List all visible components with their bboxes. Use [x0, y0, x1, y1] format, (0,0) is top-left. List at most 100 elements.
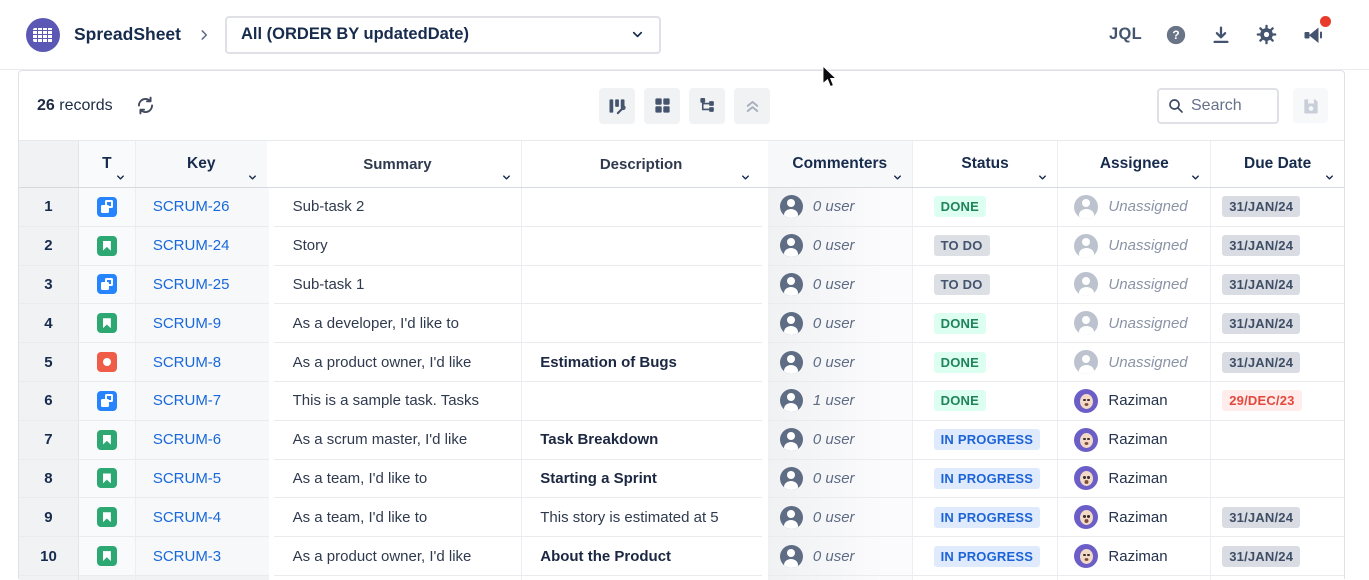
header-due-date[interactable]: Due Date [1211, 141, 1344, 187]
status-cell[interactable]: DONE [913, 343, 1059, 382]
issue-key-cell[interactable]: SCRUM-24 [136, 227, 269, 266]
issue-key-link[interactable]: SCRUM-8 [153, 354, 221, 371]
description-cell[interactable] [522, 188, 762, 227]
description-cell[interactable]: About the Product [522, 537, 762, 576]
assignee-cell[interactable]: Raziman [1058, 382, 1211, 421]
assignee-cell[interactable]: Unassigned [1058, 266, 1211, 305]
issue-key-link[interactable]: SCRUM-4 [153, 509, 221, 526]
status-cell[interactable]: IN PROGRESS [913, 537, 1059, 576]
description-cell[interactable]: Starting a Sprint [522, 460, 762, 499]
chevron-down-icon[interactable] [740, 172, 751, 183]
commenters-cell[interactable]: 0 user [768, 188, 913, 227]
summary-cell[interactable]: As a team, I'd like to [274, 498, 523, 537]
assignee-cell[interactable]: Unassigned [1058, 304, 1211, 343]
header-type[interactable]: T [79, 141, 136, 187]
commenters-cell[interactable]: 0 user [768, 227, 913, 266]
summary-cell[interactable]: Story [274, 227, 523, 266]
description-cell[interactable] [522, 266, 762, 305]
status-cell[interactable]: DONE [913, 188, 1059, 227]
status-cell[interactable]: TO DO [913, 227, 1059, 266]
column-settings-button[interactable] [599, 88, 635, 124]
help-icon[interactable]: ? [1165, 24, 1187, 46]
issue-type-cell[interactable] [79, 460, 136, 499]
due-date-cell[interactable]: 31/JAN/24 [1211, 188, 1344, 227]
issue-type-cell[interactable] [79, 421, 136, 460]
due-date-cell[interactable]: 29/DEC/23 [1211, 382, 1344, 421]
issue-key-link[interactable]: SCRUM-24 [153, 237, 230, 254]
description-cell[interactable] [522, 382, 762, 421]
commenters-cell[interactable]: 1 user [768, 382, 913, 421]
save-button[interactable] [1293, 88, 1328, 123]
issue-key-link[interactable]: SCRUM-6 [153, 431, 221, 448]
gear-icon[interactable] [1255, 23, 1278, 46]
description-cell[interactable] [522, 227, 762, 266]
commenters-cell[interactable]: 0 user [768, 421, 913, 460]
status-cell[interactable]: DONE [913, 382, 1059, 421]
issue-key-link[interactable]: SCRUM-5 [153, 470, 221, 487]
summary-cell[interactable]: As a product owner, I'd like [274, 537, 523, 576]
header-description[interactable]: Description [522, 141, 762, 187]
issue-key-link[interactable]: SCRUM-3 [153, 548, 221, 565]
commenters-cell[interactable]: 0 user [768, 304, 913, 343]
due-date-cell[interactable]: 31/JAN/24 [1211, 498, 1344, 537]
description-cell[interactable]: Task Breakdown [522, 421, 762, 460]
status-cell[interactable]: DONE [913, 304, 1059, 343]
due-date-cell[interactable] [1211, 460, 1344, 499]
row-number[interactable]: 1 [19, 188, 79, 227]
commenters-cell[interactable]: 0 user [768, 343, 913, 382]
issue-type-cell[interactable] [79, 382, 136, 421]
due-date-cell[interactable] [1211, 421, 1344, 460]
issue-key-link[interactable]: SCRUM-25 [153, 276, 230, 293]
header-status[interactable]: Status [913, 141, 1059, 187]
row-number[interactable]: 3 [19, 266, 79, 305]
assignee-cell[interactable]: Raziman [1058, 537, 1211, 576]
chevron-down-icon[interactable] [1324, 172, 1335, 183]
chevron-down-icon[interactable] [892, 172, 903, 183]
assignee-cell[interactable]: Raziman [1058, 421, 1211, 460]
commenters-cell[interactable]: 0 user [768, 498, 913, 537]
header-commenters[interactable]: Commenters [768, 141, 913, 187]
issue-key-cell[interactable]: SCRUM-7 [136, 382, 269, 421]
download-icon[interactable] [1210, 24, 1232, 46]
description-cell[interactable] [522, 304, 762, 343]
status-cell[interactable]: TO DO [913, 266, 1059, 305]
assignee-cell[interactable]: Raziman [1058, 460, 1211, 499]
row-number[interactable]: 2 [19, 227, 79, 266]
issue-key-cell[interactable]: SCRUM-26 [136, 188, 269, 227]
issue-type-cell[interactable] [79, 227, 136, 266]
summary-cell[interactable]: As a product owner, I'd like [274, 343, 523, 382]
row-number[interactable]: 4 [19, 304, 79, 343]
row-number[interactable]: 7 [19, 421, 79, 460]
commenters-cell[interactable]: 0 user [768, 460, 913, 499]
issue-type-cell[interactable] [79, 537, 136, 576]
row-number[interactable]: 9 [19, 498, 79, 537]
due-date-cell[interactable]: 31/JAN/24 [1211, 266, 1344, 305]
summary-cell[interactable]: As a developer, I'd like to [274, 304, 523, 343]
issue-key-cell[interactable]: SCRUM-8 [136, 343, 269, 382]
description-cell[interactable]: This story is estimated at 5 [522, 498, 762, 537]
due-date-cell[interactable]: 31/JAN/24 [1211, 537, 1344, 576]
search-box[interactable] [1157, 88, 1279, 124]
grid-view-button[interactable] [644, 88, 680, 124]
due-date-cell[interactable]: 31/JAN/24 [1211, 227, 1344, 266]
status-cell[interactable]: IN PROGRESS [913, 460, 1059, 499]
status-cell[interactable]: IN PROGRESS [913, 498, 1059, 537]
due-date-cell[interactable]: 31/JAN/24 [1211, 343, 1344, 382]
jql-button[interactable]: JQL [1109, 25, 1142, 44]
issue-key-cell[interactable]: SCRUM-9 [136, 304, 269, 343]
assignee-cell[interactable]: Unassigned [1058, 227, 1211, 266]
search-input[interactable] [1191, 97, 1271, 115]
assignee-cell[interactable]: Unassigned [1058, 343, 1211, 382]
summary-cell[interactable]: As a scrum master, I'd like [274, 421, 523, 460]
issue-type-cell[interactable] [79, 304, 136, 343]
issue-key-cell[interactable]: SCRUM-3 [136, 537, 269, 576]
row-number[interactable]: 10 [19, 537, 79, 576]
chevron-down-icon[interactable] [115, 172, 126, 183]
chevron-down-icon[interactable] [1037, 172, 1048, 183]
assignee-cell[interactable]: Raziman [1058, 498, 1211, 537]
summary-cell[interactable]: Sub-task 1 [274, 266, 523, 305]
chevron-down-icon[interactable] [1190, 172, 1201, 183]
collapse-all-button[interactable] [734, 88, 770, 124]
summary-cell[interactable]: As a team, I'd like to [274, 460, 523, 499]
due-date-cell[interactable]: 31/JAN/24 [1211, 304, 1344, 343]
